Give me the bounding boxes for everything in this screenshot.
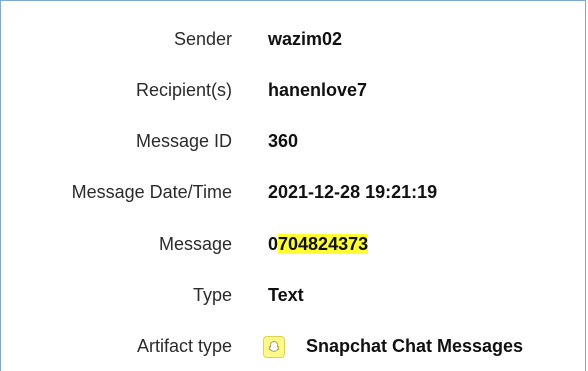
message-datetime-row: Message Date/Time 2021-12-28 19:21:19 xyxy=(1,178,587,208)
type-value: Text xyxy=(268,285,304,305)
artifact-type-row: Artifact type Snapchat Chat Messages xyxy=(1,332,587,362)
recipients-row: Recipient(s) hanenlove7 xyxy=(1,76,587,106)
sender-row: Sender wazim02 xyxy=(1,25,587,55)
message-label: Message xyxy=(158,234,232,254)
message-id-value: 360 xyxy=(268,131,299,151)
snapchat-ghost-icon xyxy=(263,336,285,358)
sender-value: wazim02 xyxy=(268,29,343,49)
message-datetime-value: 2021-12-28 19:21:19 xyxy=(268,182,438,202)
message-id-label: Message ID xyxy=(135,131,232,151)
type-label: Type xyxy=(192,285,232,305)
type-row: Type Text xyxy=(1,281,587,311)
message-id-row: Message ID 360 xyxy=(1,127,587,157)
message-datetime-label: Message Date/Time xyxy=(71,182,232,202)
message-value-prefix: 0 xyxy=(268,234,279,254)
recipients-label: Recipient(s) xyxy=(135,80,232,100)
recipients-value: hanenlove7 xyxy=(268,80,368,100)
artifact-type-value: Snapchat Chat Messages xyxy=(306,336,524,356)
message-value-highlight: 704824373 xyxy=(278,234,369,254)
sender-label: Sender xyxy=(173,29,232,49)
artifact-type-label: Artifact type xyxy=(136,336,232,356)
message-details-panel: Sender wazim02 Recipient(s) hanenlove7 M… xyxy=(0,0,586,371)
message-row: Message 0704824373 xyxy=(1,230,587,260)
message-value: 0704824373 xyxy=(268,234,369,255)
